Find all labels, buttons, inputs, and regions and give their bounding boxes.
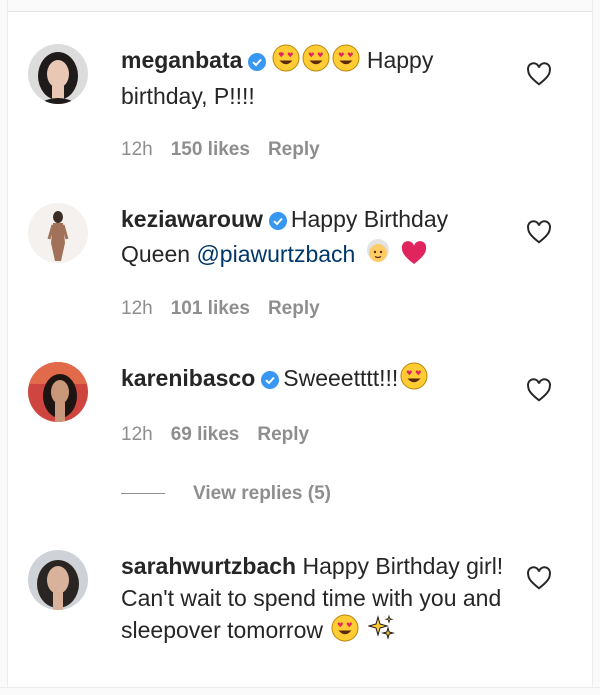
timestamp[interactable]: 12h [121,298,153,319]
comment-item: sarahwurtzbach Happy Birthday girl! Can'… [28,550,568,690]
comment-meta: 12h 150 likes Reply [121,138,320,162]
timestamp[interactable]: 12h [121,424,153,445]
window-left-border [0,0,8,695]
reply-button[interactable]: Reply [268,139,320,160]
comment-text: meganbata Happy birthday, P!!!! [121,44,521,112]
reply-button[interactable]: Reply [268,298,320,319]
verified-badge-icon [268,206,287,238]
verified-badge-icon [261,365,280,397]
heart-eyes-emoji [332,44,360,80]
mention-link[interactable]: @piawurtzbach [196,241,355,267]
username[interactable]: keziawarouw [121,206,263,232]
heart-eyes-emoji [302,44,330,80]
view-replies-button[interactable]: View replies (5) [121,483,331,505]
heart-outline-icon[interactable] [526,566,552,590]
heart-eyes-emoji [331,614,359,650]
comment-text: sarahwurtzbach Happy Birthday girl! Can'… [121,550,511,650]
comment-body: Sweeetttt!!! [283,365,399,391]
avatar[interactable] [28,550,88,610]
view-replies-label: View replies (5) [193,483,331,504]
verified-badge-icon [248,47,267,79]
heart-outline-icon[interactable] [526,378,552,402]
comment-text: keziawarouw Happy Birthday Queen @piawurt… [121,203,521,274]
heart-outline-icon[interactable] [526,62,552,86]
view-replies-divider [121,493,165,495]
username[interactable]: meganbata [121,47,242,73]
old-woman-emoji [364,238,392,274]
window-top-border [0,0,600,12]
likes-count[interactable]: 69 likes [171,424,240,445]
avatar[interactable] [28,203,88,263]
window-right-border [592,0,600,695]
comment-text: karenibasco Sweeetttt!!! [121,362,521,398]
timestamp[interactable]: 12h [121,139,153,160]
comment-meta: 12h 101 likes Reply [121,297,320,321]
likes-count[interactable]: 150 likes [171,139,250,160]
sparkles-emoji [366,614,396,650]
likes-count[interactable]: 101 likes [171,298,250,319]
comment-meta: 12h 69 likes Reply [121,423,309,447]
red-heart-emoji [400,240,428,274]
avatar[interactable] [28,44,88,104]
heart-eyes-emoji [400,362,428,398]
comment-item: meganbata Happy birthday, P!!!! 12h 150 l… [28,44,568,174]
comment-item: keziawarouw Happy Birthday Queen @piawurt… [28,203,568,333]
heart-outline-icon[interactable] [526,220,552,244]
reply-button[interactable]: Reply [257,424,309,445]
username[interactable]: sarahwurtzbach [121,553,296,579]
heart-eyes-emoji [272,44,300,80]
comment-item: karenibasco Sweeetttt!!! 12h 69 likes Reply [28,362,568,462]
username[interactable]: karenibasco [121,365,255,391]
avatar[interactable] [28,362,88,422]
